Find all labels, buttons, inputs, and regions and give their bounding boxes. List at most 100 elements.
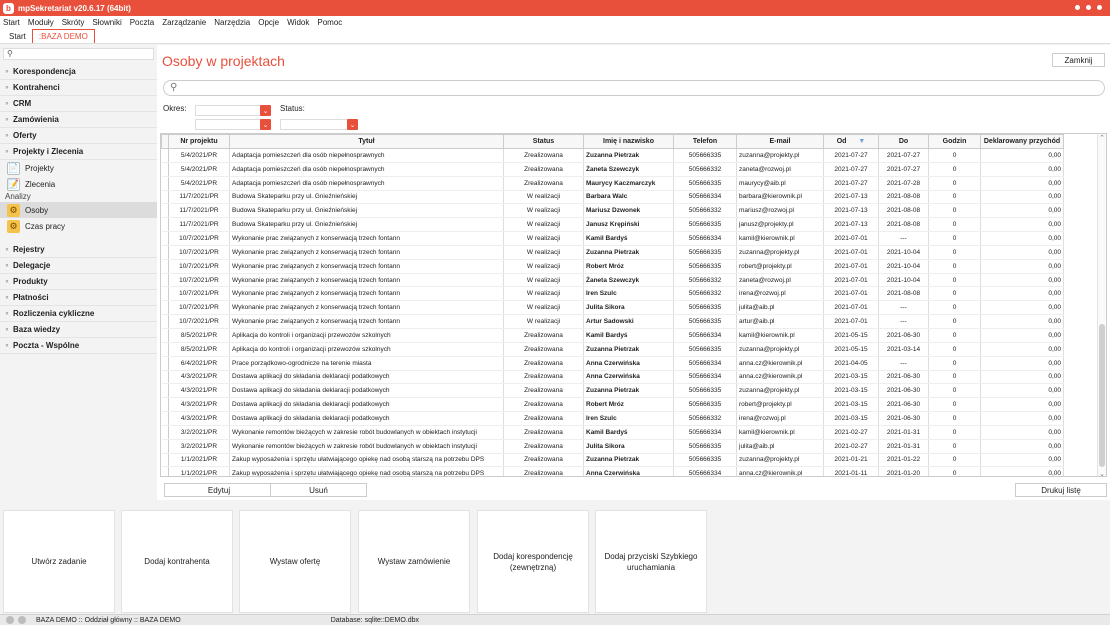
table-row[interactable]: 4/3/2021/PR Dostawa aplikacji do składani…: [161, 411, 1064, 426]
row-indicator[interactable]: [161, 453, 169, 468]
col-header-tytul[interactable]: Tytuł: [229, 134, 504, 149]
sidebar-section-korespondencja[interactable]: ⚬ Korespondencja: [0, 64, 157, 80]
menu-moduly[interactable]: Moduły: [28, 18, 54, 27]
table-row[interactable]: 4/3/2021/PR Dostawa aplikacji do składani…: [161, 370, 1064, 385]
quick-add-shortcut-buttons[interactable]: Dodaj przyciski Szybkiego uruchamiania: [595, 510, 707, 613]
table-row[interactable]: 5/4/2021/PR Adaptacja pomieszczeń dla osó…: [161, 148, 1064, 163]
col-header-do[interactable]: Do: [878, 134, 929, 149]
minimize-dot-icon[interactable]: [1075, 5, 1080, 10]
table-row[interactable]: 11/7/2021/PR Budowa Skateparku przy ul. G…: [161, 203, 1064, 219]
quick-create-task[interactable]: Utwórz zadanie: [3, 510, 115, 613]
quick-add-contractor[interactable]: Dodaj kontrahenta: [121, 510, 233, 613]
table-row[interactable]: 1/1/2021/PR Zakup wyposażenia i sprzętu u…: [161, 466, 1064, 476]
period-from-field[interactable]: [195, 105, 261, 116]
print-list-button[interactable]: Drukuj listę: [1015, 483, 1107, 497]
sidebar-section-crm[interactable]: ⚬ CRM: [0, 96, 157, 112]
sidebar-section-rozliczenia[interactable]: ⚬ Rozliczenia cykliczne: [0, 306, 157, 322]
vertical-scrollbar[interactable]: ⌃ ⌄: [1097, 134, 1106, 476]
scrollbar-thumb[interactable]: [1099, 324, 1105, 467]
col-header-przychod[interactable]: Deklarowany przychód: [980, 134, 1064, 149]
table-row[interactable]: 5/4/2021/PR Adaptacja pomieszczeń dla osó…: [161, 176, 1064, 191]
table-row[interactable]: 10/7/2021/PR Wykonanie prac związanych z …: [161, 300, 1064, 316]
row-indicator[interactable]: [161, 273, 169, 288]
sidebar-item-projekty[interactable]: 📄 Projekty: [0, 160, 157, 176]
quick-issue-order[interactable]: Wystaw zamówienie: [358, 510, 470, 613]
sidebar-section-delegacje[interactable]: ⚬ Delegacje: [0, 258, 157, 274]
sidebar-section-produkty[interactable]: ⚬ Produkty: [0, 274, 157, 290]
table-row[interactable]: 3/2/2021/PR Wykonanie remontów bieżących …: [161, 439, 1064, 454]
table-row[interactable]: 8/5/2021/PR Aplikacja do kontroli i organ…: [161, 328, 1064, 343]
sidebar-item-osoby[interactable]: ⚙ Osoby: [0, 202, 157, 218]
row-indicator[interactable]: [161, 176, 169, 191]
table-row[interactable]: 10/7/2021/PR Wykonanie prac związanych z …: [161, 259, 1064, 274]
quick-add-correspondence[interactable]: Dodaj korespondencję (zewnętrzną): [477, 510, 589, 613]
table-row[interactable]: 4/3/2021/PR Dostawa aplikacji do składani…: [161, 383, 1064, 399]
row-indicator[interactable]: [161, 439, 169, 454]
row-indicator[interactable]: [161, 259, 169, 274]
table-row[interactable]: 11/7/2021/PR Budowa Skateparku przy ul. G…: [161, 217, 1064, 233]
sidebar-section-rejestry[interactable]: ⚬ Rejestry: [0, 242, 157, 258]
table-row[interactable]: 4/3/2021/PR Dostawa aplikacji do składani…: [161, 397, 1064, 413]
table-row[interactable]: 6/4/2021/PR Prace porządkowo-ogrodnicze n…: [161, 356, 1064, 371]
row-indicator[interactable]: [161, 370, 169, 385]
row-indicator[interactable]: [161, 162, 169, 177]
period-from-dropdown-icon[interactable]: ⌄: [260, 105, 271, 116]
sidebar-section-baza-wiedzy[interactable]: ⚬ Baza wiedzy: [0, 322, 157, 338]
table-row[interactable]: 1/1/2021/PR Zakup wyposażenia i sprzętu u…: [161, 453, 1064, 468]
menu-opcje[interactable]: Opcje: [258, 18, 279, 27]
menu-poczta[interactable]: Poczta: [130, 18, 154, 27]
table-row[interactable]: 10/7/2021/PR Wykonanie prac związanych z …: [161, 286, 1064, 302]
table-row[interactable]: 10/7/2021/PR Wykonanie prac związanych z …: [161, 231, 1064, 246]
col-header-imie-nazwisko[interactable]: Imię i nazwisko: [583, 134, 674, 149]
close-button[interactable]: Zamknij: [1052, 53, 1105, 67]
menu-slowniki[interactable]: Słowniki: [92, 18, 121, 27]
sort-filter-icon[interactable]: ▼: [858, 138, 865, 145]
col-header-godzin[interactable]: Godzin: [928, 134, 981, 149]
sidebar-section-zamowienia[interactable]: ⚬ Zamówienia: [0, 112, 157, 128]
scroll-down-icon[interactable]: ⌄: [1099, 470, 1105, 476]
row-indicator[interactable]: [161, 328, 169, 343]
row-indicator[interactable]: [161, 383, 169, 399]
row-indicator[interactable]: [161, 190, 169, 205]
status-select[interactable]: [280, 119, 348, 130]
menu-skroty[interactable]: Skróty: [62, 18, 85, 27]
table-row[interactable]: 11/7/2021/PR Budowa Skateparku przy ul. G…: [161, 190, 1064, 205]
delete-button[interactable]: Usuń: [270, 483, 367, 497]
menu-start[interactable]: Start: [3, 18, 20, 27]
sidebar-search-input[interactable]: ⚲: [3, 48, 154, 60]
col-header-status[interactable]: Status: [503, 134, 584, 149]
row-indicator[interactable]: [161, 466, 169, 476]
sidebar-item-czas-pracy[interactable]: ⚙ Czas pracy: [0, 218, 157, 234]
row-indicator[interactable]: [161, 203, 169, 219]
sidebar-section-platnosci[interactable]: ⚬ Płatności: [0, 290, 157, 306]
quick-issue-offer[interactable]: Wystaw ofertę: [239, 510, 351, 613]
tab-baza-demo[interactable]: :BAZA DEMO: [31, 29, 95, 43]
maximize-dot-icon[interactable]: [1086, 5, 1091, 10]
edit-button[interactable]: Edytuj: [164, 483, 274, 497]
col-header-telefon[interactable]: Telefon: [673, 134, 737, 149]
row-indicator[interactable]: [161, 231, 169, 246]
table-row[interactable]: 3/2/2021/PR Wykonanie remontów bieżących …: [161, 425, 1064, 440]
row-indicator[interactable]: [161, 425, 169, 440]
table-row[interactable]: 8/5/2021/PR Aplikacja do kontroli i organ…: [161, 342, 1064, 357]
row-indicator[interactable]: [161, 411, 169, 426]
table-row[interactable]: 10/7/2021/PR Wykonanie prac związanych z …: [161, 245, 1064, 260]
table-row[interactable]: 10/7/2021/PR Wykonanie prac związanych z …: [161, 273, 1064, 288]
table-row[interactable]: 10/7/2021/PR Wykonanie prac związanych z …: [161, 314, 1064, 329]
row-indicator[interactable]: [161, 286, 169, 302]
row-indicator[interactable]: [161, 300, 169, 316]
period-to-dropdown-icon[interactable]: ⌄: [260, 119, 271, 130]
sidebar-section-kontrahenci[interactable]: ⚬ Kontrahenci: [0, 80, 157, 96]
col-header-email[interactable]: E-mail: [736, 134, 824, 149]
row-indicator[interactable]: [161, 245, 169, 260]
table-row[interactable]: 5/4/2021/PR Adaptacja pomieszczeń dla osó…: [161, 162, 1064, 177]
row-indicator[interactable]: [161, 397, 169, 413]
menu-narzedzia[interactable]: Narzędzia: [214, 18, 250, 27]
row-indicator[interactable]: [161, 314, 169, 329]
sidebar-section-projekty[interactable]: ⚬ Projekty i Zlecenia: [0, 144, 157, 160]
col-header-nr-projektu[interactable]: Nr projektu: [168, 134, 230, 149]
menu-widok[interactable]: Widok: [287, 18, 309, 27]
tab-start[interactable]: Start: [3, 30, 32, 43]
menu-pomoc[interactable]: Pomoc: [317, 18, 342, 27]
search-input[interactable]: ⚲: [163, 80, 1105, 96]
